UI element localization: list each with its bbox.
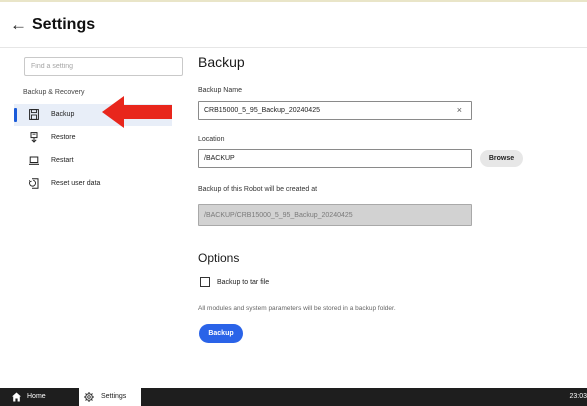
created-at-label: Backup of this Robot will be created at (198, 186, 318, 193)
sidebar-item-label: Backup (51, 111, 75, 118)
red-callout-arrow (102, 96, 172, 128)
taskbar-home-button[interactable]: Home (0, 388, 77, 406)
backup-name-field[interactable]: CRB15000_5_95_Backup_20240425 × (198, 101, 472, 120)
save-icon (29, 109, 39, 120)
location-value: /BACKUP (204, 155, 235, 162)
app-header: ← Settings (0, 2, 587, 48)
sidebar-item-label: Restart (51, 157, 74, 164)
home-icon (12, 392, 21, 402)
sidebar-item-restart[interactable]: Restart (14, 150, 172, 172)
taskbar-home-label: Home (27, 393, 46, 400)
reset-icon (29, 178, 39, 189)
clear-icon[interactable]: × (457, 105, 462, 115)
tar-file-checkbox-label: Backup to tar file (217, 279, 270, 286)
backup-name-label: Backup Name (198, 87, 242, 94)
taskbar-settings-button[interactable]: Settings (79, 388, 141, 406)
created-at-value: /BACKUP/CRB15000_5_95_Backup_20240425 (204, 212, 353, 219)
tar-file-checkbox[interactable] (200, 277, 210, 287)
section-heading-backup: Backup (198, 54, 245, 70)
active-indicator (14, 108, 17, 122)
page-title: Settings (32, 16, 96, 33)
taskbar-settings-label: Settings (101, 393, 127, 400)
backup-button[interactable]: Backup (199, 324, 243, 343)
search-input[interactable] (24, 57, 183, 76)
sidebar-section-title: Backup & Recovery (23, 89, 85, 96)
restore-icon (30, 132, 38, 143)
sidebar-item-reset-user-data[interactable]: Reset user data (14, 173, 172, 195)
section-heading-options: Options (198, 251, 240, 265)
created-at-field: /BACKUP/CRB15000_5_95_Backup_20240425 (198, 204, 472, 226)
main-content: Backup Backup Name CRB15000_5_95_Backup_… (198, 49, 587, 387)
laptop-icon (29, 156, 39, 165)
browse-button[interactable]: Browse (480, 150, 523, 167)
taskbar: Home Settings 23:03 (0, 388, 587, 406)
sidebar-item-label: Reset user data (51, 180, 101, 187)
location-field[interactable]: /BACKUP (198, 149, 472, 168)
taskbar-clock: 23:03 (569, 393, 587, 400)
backup-name-value: CRB15000_5_95_Backup_20240425 (204, 107, 320, 114)
location-label: Location (198, 136, 225, 143)
backup-info-text: All modules and system parameters will b… (198, 305, 396, 312)
sidebar-item-label: Restore (51, 134, 76, 141)
back-arrow-icon[interactable]: ← (10, 15, 27, 35)
gear-icon (84, 392, 94, 402)
sidebar-item-restore[interactable]: Restore (14, 127, 172, 149)
